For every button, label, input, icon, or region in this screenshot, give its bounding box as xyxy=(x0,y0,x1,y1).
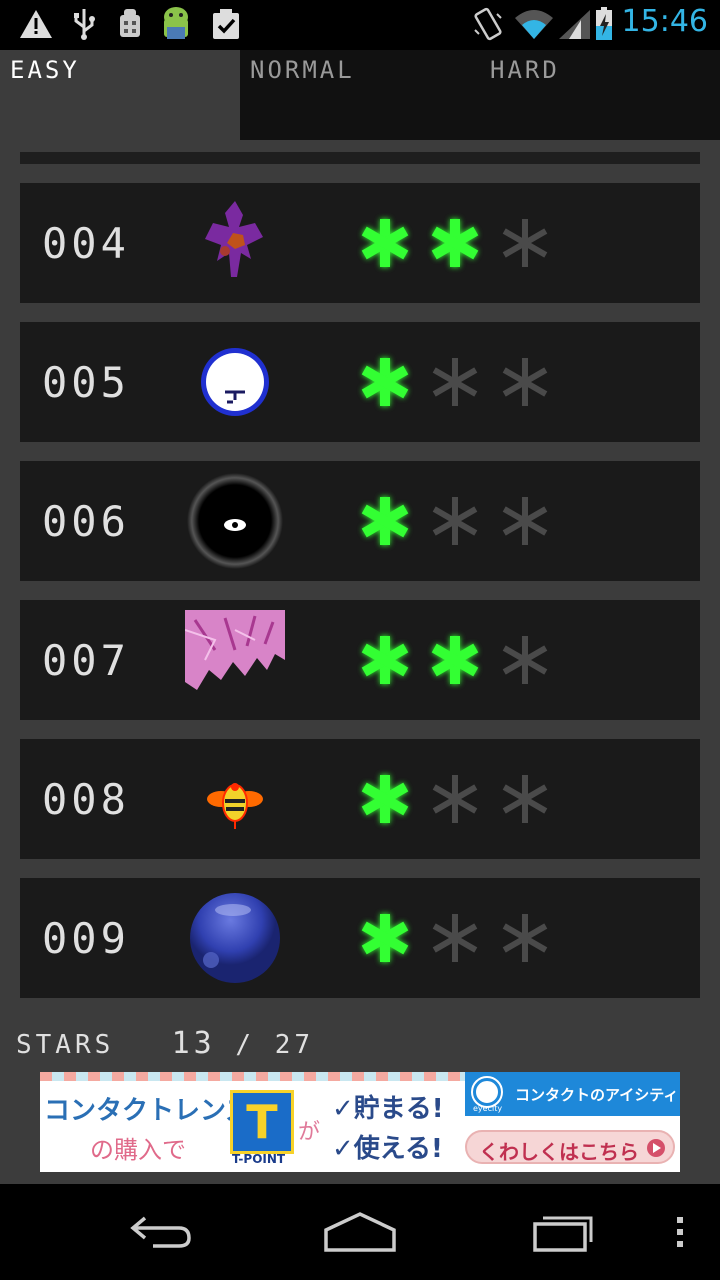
ad-headline: コンタクトレンズ xyxy=(44,1096,252,1126)
level-row-005[interactable]: 005 xyxy=(20,322,700,442)
star-rating xyxy=(350,764,560,834)
star-empty-icon xyxy=(420,347,490,417)
tab-normal[interactable]: NORMAL xyxy=(240,50,480,140)
difficulty-tabs: EASY NORMAL HARD xyxy=(0,50,720,140)
ad-banner[interactable]: コンタクトレンズ の購入で T T-POINT が ✓貯まる! ✓使える! ey… xyxy=(40,1072,680,1172)
pink-crystal-icon xyxy=(184,610,285,710)
blue-moon-face-icon xyxy=(185,332,285,432)
signal-icon xyxy=(556,6,592,42)
ad-brand-small: eyecity xyxy=(473,1104,503,1113)
stars-separator: / xyxy=(235,1030,256,1060)
star-empty-icon xyxy=(420,903,490,973)
star-empty-icon xyxy=(490,347,560,417)
star-empty-icon xyxy=(420,486,490,556)
star-empty-icon xyxy=(490,208,560,278)
star-empty-icon xyxy=(490,486,560,556)
star-filled-icon xyxy=(350,208,420,278)
usb-icon xyxy=(66,6,102,42)
android-icon xyxy=(158,6,194,42)
star-empty-icon xyxy=(490,764,560,834)
recent-apps-icon[interactable] xyxy=(522,1202,602,1262)
ad-brand-name: コンタクトのアイシティ xyxy=(515,1086,679,1104)
stars-label: STARS xyxy=(16,1030,115,1060)
level-number: 008 xyxy=(42,775,130,824)
star-rating xyxy=(350,208,560,278)
ad-subline: の購入で xyxy=(90,1136,186,1164)
purple-creature-icon xyxy=(185,193,285,293)
bee-icon xyxy=(185,749,285,849)
clock: 15:46 xyxy=(621,4,708,39)
level-list[interactable]: 004 005 006 007 008 009 STARS 13 / 27 コン… xyxy=(0,140,720,1184)
level-row-008[interactable]: 008 xyxy=(20,739,700,859)
warning-icon xyxy=(18,6,54,42)
ad-particle: が xyxy=(298,1120,321,1145)
clipboard-check-icon xyxy=(208,6,244,42)
overflow-menu-icon[interactable] xyxy=(640,1202,720,1262)
star-empty-icon xyxy=(420,764,490,834)
t-point-logo: T xyxy=(230,1090,294,1154)
star-filled-icon xyxy=(420,625,490,695)
blue-sphere-icon xyxy=(185,888,285,988)
tab-hard[interactable]: HARD xyxy=(480,50,720,140)
star-rating xyxy=(350,903,560,973)
level-number: 006 xyxy=(42,497,130,546)
black-eye-orb-icon xyxy=(185,471,285,571)
level-row-006[interactable]: 006 xyxy=(20,461,700,581)
arrow-right-icon xyxy=(647,1139,665,1157)
stars-count: 13 xyxy=(171,1026,216,1061)
star-empty-icon xyxy=(490,903,560,973)
vibrate-icon xyxy=(470,6,506,42)
ad-save-label: ✓貯まる! xyxy=(332,1094,444,1124)
level-number: 005 xyxy=(42,358,130,407)
ad-use-label: ✓使える! xyxy=(332,1134,443,1164)
star-empty-icon xyxy=(490,625,560,695)
star-rating xyxy=(350,486,560,556)
star-filled-icon xyxy=(350,903,420,973)
debug-icon xyxy=(112,6,148,42)
stars-total: 27 xyxy=(274,1030,314,1060)
ad-brand-bar: eyecity コンタクトのアイシティ xyxy=(465,1072,680,1116)
level-number: 007 xyxy=(42,636,130,685)
star-filled-icon xyxy=(350,764,420,834)
navigation-bar xyxy=(0,1184,720,1280)
ad-cta-label: くわしくはこちら xyxy=(479,1140,639,1164)
level-row-007[interactable]: 007 xyxy=(20,600,700,720)
home-icon[interactable] xyxy=(320,1202,400,1262)
star-filled-icon xyxy=(350,486,420,556)
stars-summary: STARS 13 / 27 xyxy=(16,1026,314,1061)
level-row-009[interactable]: 009 xyxy=(20,878,700,998)
battery-charging-icon xyxy=(592,6,616,42)
star-filled-icon xyxy=(350,347,420,417)
status-bar: 15:46 xyxy=(0,0,720,50)
star-filled-icon xyxy=(420,208,490,278)
star-rating xyxy=(350,347,560,417)
back-icon[interactable] xyxy=(120,1202,200,1262)
tab-easy[interactable]: EASY xyxy=(0,50,240,140)
ad-cta-button[interactable]: くわしくはこちら xyxy=(465,1130,675,1164)
level-row-004[interactable]: 004 xyxy=(20,183,700,303)
level-number: 004 xyxy=(42,219,130,268)
star-filled-icon xyxy=(350,625,420,695)
eyecity-logo-icon xyxy=(471,1076,503,1108)
t-point-label: T-POINT xyxy=(232,1152,286,1166)
previous-row-edge xyxy=(20,152,700,164)
level-number: 009 xyxy=(42,914,130,963)
ad-stripe xyxy=(40,1072,465,1081)
wifi-icon xyxy=(512,6,556,42)
star-rating xyxy=(350,625,560,695)
